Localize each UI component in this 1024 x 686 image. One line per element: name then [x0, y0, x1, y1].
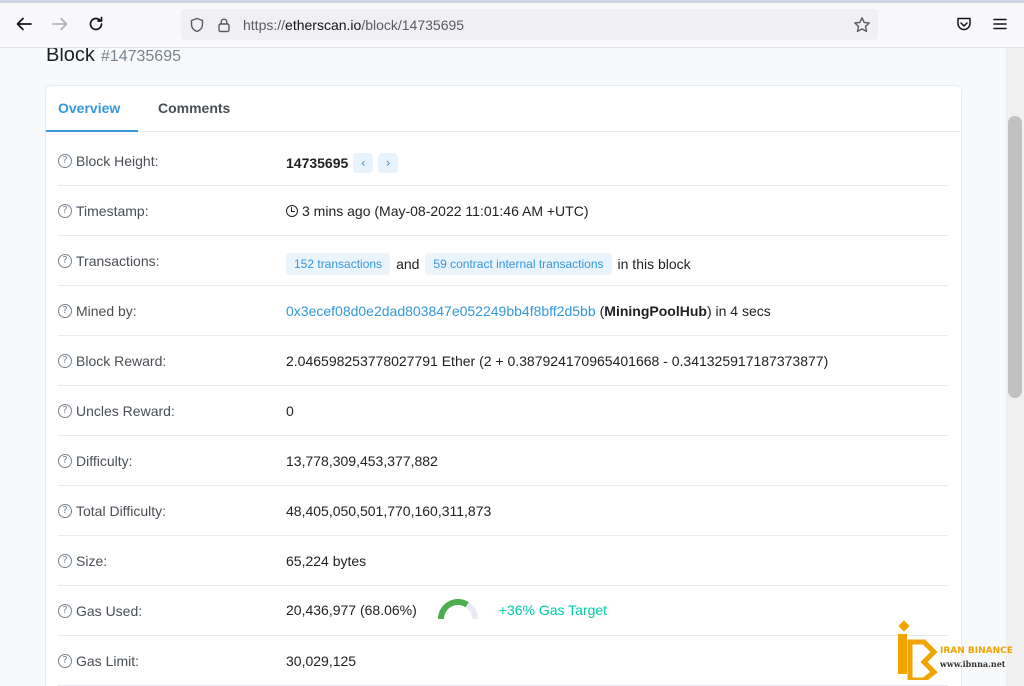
block-details-list: ? Block Height: 14735695 ‹ › ? Timestamp: …	[58, 136, 948, 686]
row-gas-used: ? Gas Used: 20,436,977 (68.06%) +36% Gas …	[58, 586, 948, 636]
question-circle-icon[interactable]: ?	[58, 304, 72, 318]
bookmark-star-icon[interactable]	[853, 16, 871, 34]
row-transactions: ? Transactions: 152 transactions and 59 c…	[58, 236, 948, 286]
question-circle-icon[interactable]: ?	[58, 254, 72, 268]
arrow-left-icon	[16, 17, 32, 31]
address-bar[interactable]: https://etherscan.io/block/14735695	[181, 9, 878, 40]
active-tab-indicator	[46, 130, 138, 132]
label-mined-by: ? Mined by:	[58, 303, 137, 319]
url-text[interactable]: https://etherscan.io/block/14735695	[243, 17, 464, 33]
page-block-number: #14735695	[100, 48, 181, 65]
reload-button[interactable]	[84, 12, 108, 36]
value-block-height: 14735695 ‹ ›	[286, 153, 399, 173]
question-circle-icon[interactable]: ?	[58, 504, 72, 518]
value-transactions: 152 transactions and 59 contract interna…	[286, 253, 691, 275]
internal-transactions-badge-link[interactable]: 59 contract internal transactions	[425, 253, 612, 275]
forward-button[interactable]	[48, 12, 72, 36]
label-difficulty: ? Difficulty:	[58, 453, 133, 469]
transactions-badge-link[interactable]: 152 transactions	[286, 253, 391, 275]
label-transactions: ? Transactions:	[58, 253, 160, 269]
pocket-button[interactable]	[952, 12, 976, 36]
value-total-difficulty: 48,405,050,501,770,160,311,873	[286, 503, 492, 519]
row-size: ? Size: 65,224 bytes	[58, 536, 948, 586]
question-circle-icon[interactable]: ?	[58, 354, 72, 368]
mined-time-text: ) in 4 secs	[706, 303, 771, 319]
question-circle-icon[interactable]: ?	[58, 604, 72, 618]
arrow-right-icon	[52, 17, 68, 31]
question-circle-icon[interactable]: ?	[58, 404, 72, 418]
value-difficulty: 13,778,309,453,377,882	[286, 453, 438, 469]
value-gas-limit: 30,029,125	[286, 653, 357, 669]
row-block-height: ? Block Height: 14735695 ‹ ›	[58, 136, 948, 186]
block-overview-card: Overview Comments ? Block Height: 1473569…	[45, 85, 962, 686]
value-uncles-reward: 0	[286, 403, 294, 419]
iran-binance-watermark: IRAN BINANCE www.ibnna.net	[894, 618, 1013, 682]
label-timestamp: ? Timestamp:	[58, 203, 149, 219]
tracking-protection-shield-icon[interactable]	[188, 16, 206, 34]
question-circle-icon[interactable]: ?	[58, 654, 72, 668]
page-content: Block #14735695 Overview Comments ? Block …	[0, 48, 1006, 686]
label-gas-limit: ? Gas Limit:	[58, 653, 139, 669]
lock-icon[interactable]	[215, 16, 233, 34]
row-total-difficulty: ? Total Difficulty: 48,405,050,501,770,16…	[58, 486, 948, 536]
page-title: Block #14735695	[46, 48, 181, 67]
browser-toolbar: https://etherscan.io/block/14735695	[0, 0, 1024, 48]
hamburger-menu-icon	[993, 18, 1007, 30]
block-height-number: 14735695	[286, 155, 349, 171]
gas-target-text: +36% Gas Target	[498, 602, 608, 618]
label-block-height: ? Block Height:	[58, 153, 158, 169]
row-timestamp: ? Timestamp: 3 mins ago (May-08-2022 11:0…	[58, 186, 948, 236]
row-difficulty: ? Difficulty: 13,778,309,453,377,882	[58, 436, 948, 486]
and-text: and	[396, 256, 420, 272]
gas-used-text: 20,436,977 (68.06%)	[286, 602, 417, 618]
question-circle-icon[interactable]: ?	[58, 554, 72, 568]
value-timestamp: 3 mins ago (May-08-2022 11:01:46 AM +UTC…	[286, 203, 589, 219]
label-gas-used: ? Gas Used:	[58, 603, 142, 619]
chevron-right-icon: ›	[385, 156, 391, 170]
mining-pool-name: MiningPoolHub	[604, 303, 707, 319]
pocket-icon	[957, 17, 971, 31]
label-size: ? Size:	[58, 553, 107, 569]
question-circle-icon[interactable]: ?	[58, 454, 72, 468]
row-gas-limit: ? Gas Limit: 30,029,125	[58, 636, 948, 686]
watermark-site: www.ibnna.net	[940, 659, 1006, 669]
iran-binance-logo-icon	[898, 620, 938, 680]
gas-used-gauge	[437, 599, 478, 620]
window-top-strip	[0, 0, 1024, 3]
tab-comments[interactable]: Comments	[158, 100, 230, 116]
label-total-difficulty: ? Total Difficulty:	[58, 503, 166, 519]
value-block-reward: 2.046598253778027791 Ether (2 + 0.387924…	[286, 353, 829, 369]
question-circle-icon[interactable]: ?	[58, 204, 72, 218]
question-circle-icon[interactable]: ?	[58, 154, 72, 168]
page-title-text: Block	[46, 48, 95, 66]
reload-icon	[89, 16, 103, 31]
clock-icon	[286, 205, 298, 217]
value-mined-by: 0x3ecef08d0e2dad803847e052249bb4f8bff2d5…	[286, 303, 771, 319]
next-block-button[interactable]: ›	[378, 153, 399, 173]
tab-overview[interactable]: Overview	[58, 100, 120, 116]
row-uncles-reward: ? Uncles Reward: 0	[58, 386, 948, 436]
back-button[interactable]	[12, 12, 36, 36]
previous-block-button[interactable]: ‹	[353, 153, 374, 173]
chevron-left-icon: ‹	[360, 156, 366, 170]
value-gas-used: 20,436,977 (68.06%) +36% Gas Target	[286, 598, 607, 622]
timestamp-text: 3 mins ago (May-08-2022 11:01:46 AM +UTC…	[302, 203, 589, 219]
miner-address-link[interactable]: 0x3ecef08d0e2dad803847e052249bb4f8bff2d5…	[286, 303, 596, 319]
gauge-fill	[437, 599, 469, 620]
menu-button[interactable]	[988, 12, 1012, 36]
scrollbar-thumb[interactable]	[1008, 116, 1022, 398]
row-mined-by: ? Mined by: 0x3ecef08d0e2dad803847e052249…	[58, 286, 948, 336]
tab-bar: Overview Comments	[46, 86, 961, 132]
page-scrollbar[interactable]	[1006, 48, 1024, 686]
label-uncles-reward: ? Uncles Reward:	[58, 403, 175, 419]
value-size: 65,224 bytes	[286, 553, 367, 569]
watermark-name: IRAN BINANCE	[940, 646, 1013, 656]
row-block-reward: ? Block Reward: 2.046598253778027791 Ethe…	[58, 336, 948, 386]
label-block-reward: ? Block Reward:	[58, 353, 166, 369]
in-this-block-text: in this block	[617, 256, 691, 272]
